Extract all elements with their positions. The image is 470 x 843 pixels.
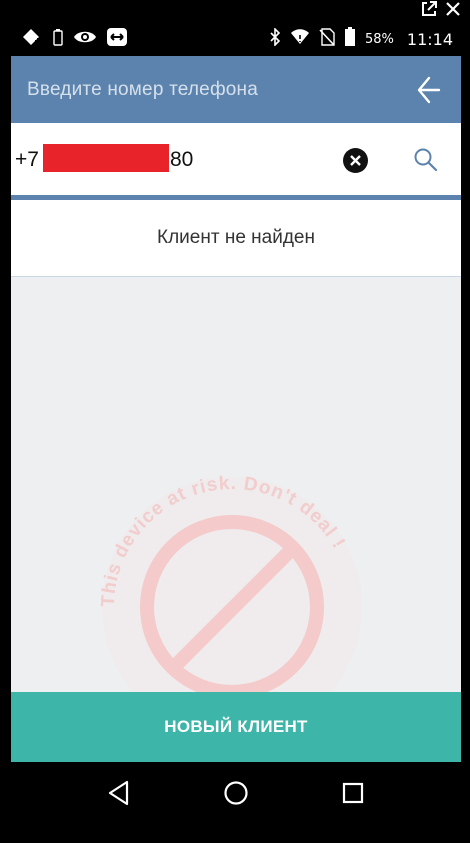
search-icon[interactable] xyxy=(413,147,439,173)
nav-back-icon[interactable] xyxy=(99,773,139,813)
redacted-phone-digits xyxy=(43,144,169,172)
eye-icon xyxy=(73,29,97,50)
phone-screen: 58% 11:14 Введите номер телефона +7 80 К… xyxy=(11,22,461,824)
battery-small-icon xyxy=(52,28,64,51)
phone-number-prefix: +7 xyxy=(15,148,39,171)
window-controls xyxy=(420,0,462,22)
clock: 11:14 xyxy=(406,29,453,49)
clear-icon[interactable] xyxy=(343,148,368,173)
no-sim-icon xyxy=(319,27,335,51)
bluetooth-icon xyxy=(269,26,281,51)
not-found-message: Клиент не найден xyxy=(157,227,315,248)
back-arrow-icon[interactable] xyxy=(411,73,445,107)
close-icon[interactable] xyxy=(444,0,462,23)
popout-icon[interactable] xyxy=(420,0,438,23)
nav-recents-icon[interactable] xyxy=(333,773,373,813)
status-bar: 58% 11:14 xyxy=(11,22,461,56)
teamviewer-icon xyxy=(106,27,128,52)
new-client-button[interactable]: НОВЫЙ КЛИЕНТ xyxy=(11,692,461,762)
phone-search-field[interactable]: +7 80 xyxy=(11,123,461,195)
nav-home-icon[interactable] xyxy=(216,773,256,813)
phone-number-suffix: 80 xyxy=(170,148,194,171)
cellular-data-icon xyxy=(21,28,43,51)
result-card: Клиент не найден xyxy=(11,200,461,277)
battery-percent: 58% xyxy=(364,31,394,47)
battery-icon xyxy=(344,26,356,52)
page-title: Введите номер телефона xyxy=(27,78,259,100)
wifi-icon xyxy=(290,28,310,50)
app-bar: Введите номер телефона xyxy=(11,56,461,123)
system-nav-bar xyxy=(11,762,461,824)
